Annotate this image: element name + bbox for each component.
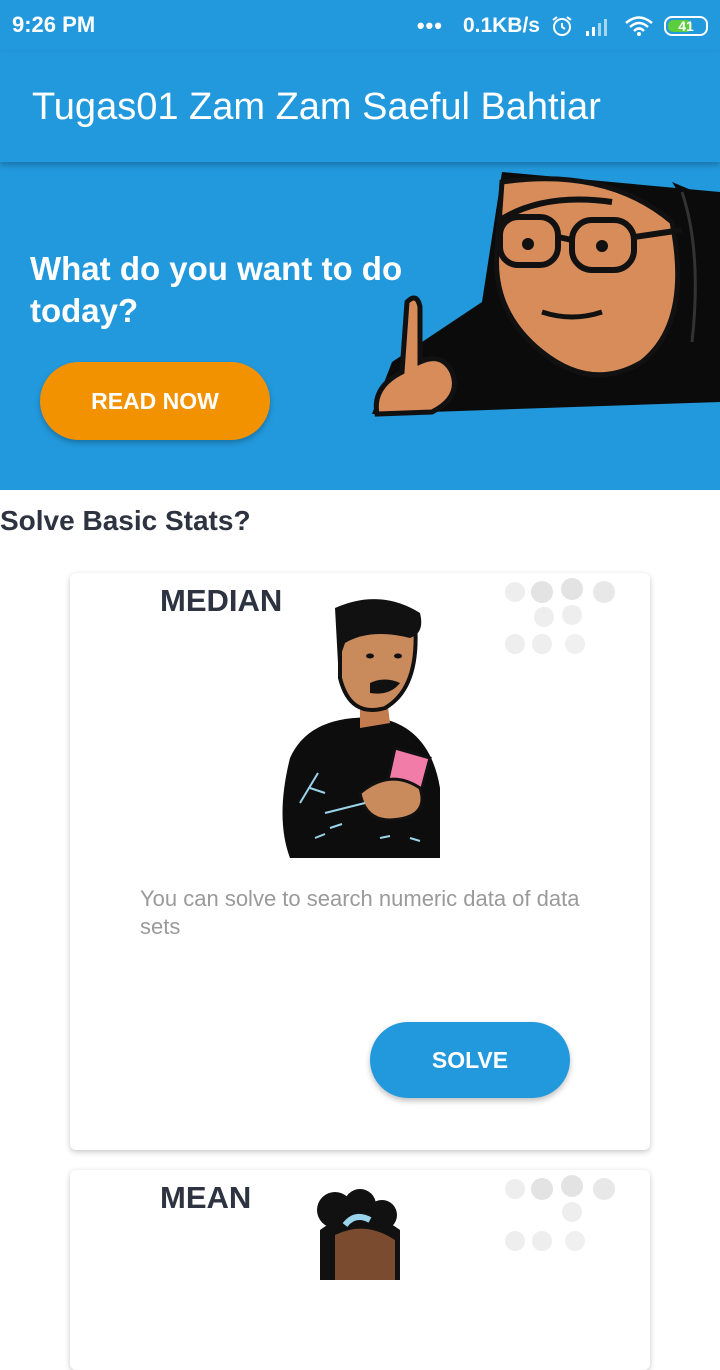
dots-pattern-icon: [505, 578, 615, 654]
thinking-person-illustration: [372, 172, 720, 417]
alarm-icon: [552, 16, 572, 36]
app-bar: Tugas01 Zam Zam Saeful Bahtiar: [0, 52, 720, 162]
card-title: MEAN: [160, 1180, 252, 1215]
card-description: You can solve to search numeric data of …: [140, 886, 580, 939]
status-icons: ••• 0.1KB/s 41: [417, 10, 708, 42]
app-title: Tugas01 Zam Zam Saeful Bahtiar: [32, 86, 601, 128]
battery-level: 41: [678, 18, 694, 34]
dots-pattern-icon: [505, 1175, 615, 1251]
network-speed: 0.1KB/s: [462, 14, 540, 37]
hero-banner: What do you want to do today? READ NOW: [0, 162, 720, 490]
more-notifications-icon: •••: [416, 13, 443, 38]
status-bar: 9:26 PM ••• 0.1KB/s 41: [0, 0, 720, 52]
median-card: MEDIAN You can solve to search numeric d…: [70, 573, 650, 1150]
card-title: MEDIAN: [160, 583, 283, 618]
signal-icon: [586, 19, 607, 36]
battery-icon: 41: [664, 16, 708, 36]
read-now-button[interactable]: READ NOW: [40, 362, 270, 440]
section-title: Solve Basic Stats?: [0, 505, 251, 536]
solve-button[interactable]: SOLVE: [370, 1022, 570, 1098]
mean-card: MEAN: [70, 1170, 650, 1370]
wifi-icon: [625, 16, 653, 36]
status-time: 9:26 PM: [12, 12, 96, 37]
woman-illustration: [317, 1189, 400, 1280]
man-with-phone-illustration: [282, 599, 440, 858]
